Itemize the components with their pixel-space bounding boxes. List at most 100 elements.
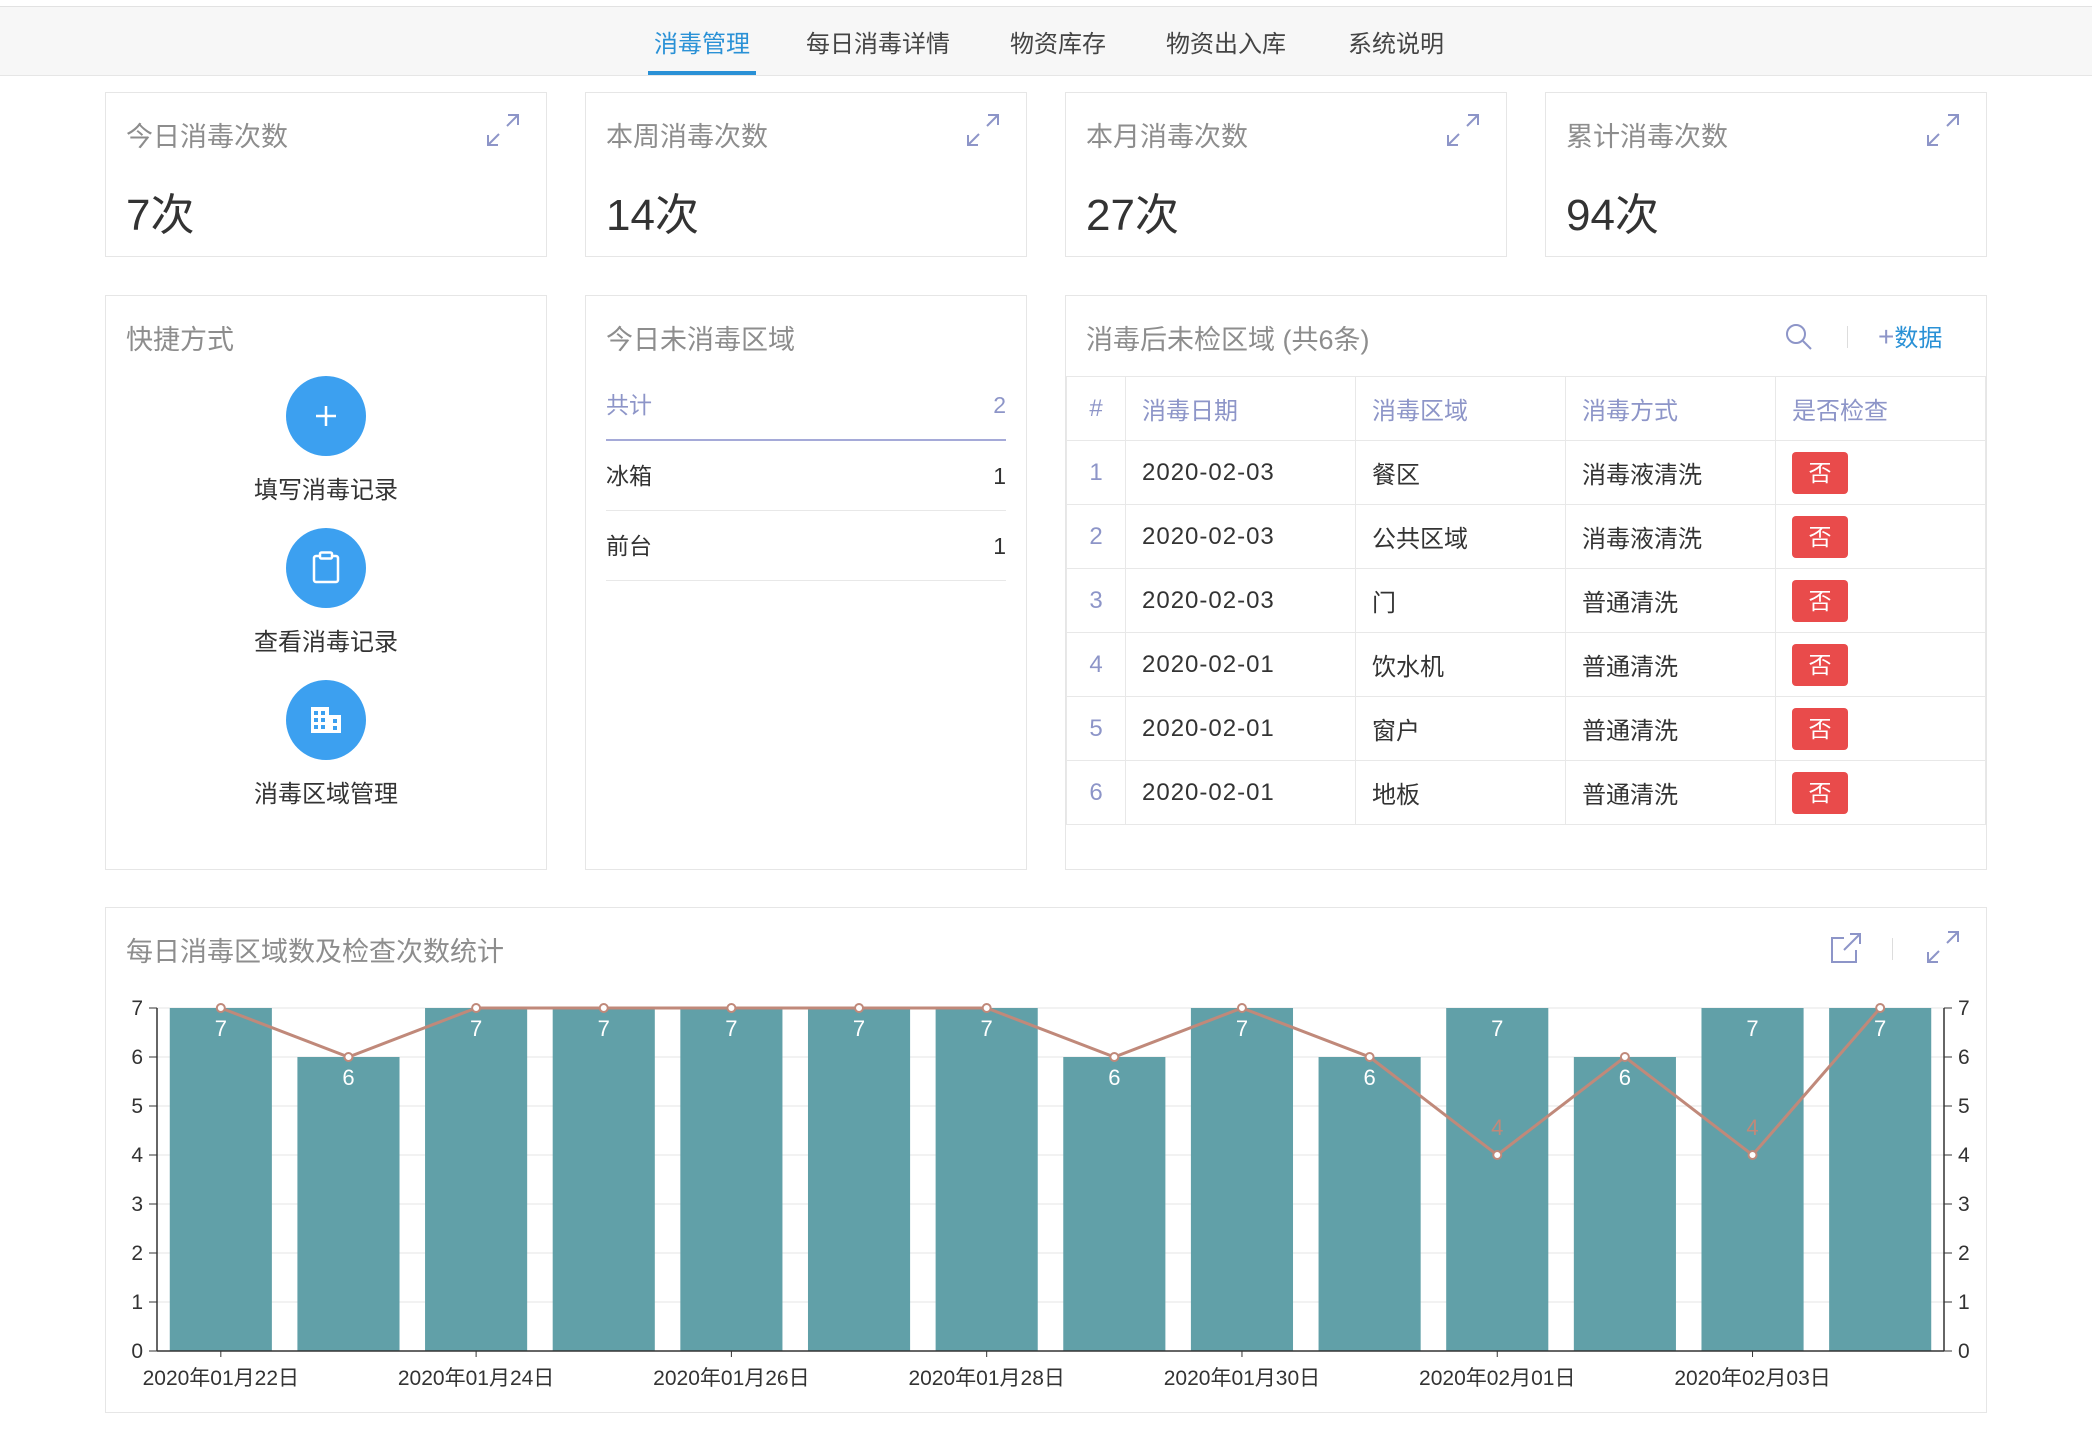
line-point bbox=[1364, 1052, 1375, 1062]
y-tick-label: 0 bbox=[131, 1340, 143, 1363]
status-badge[interactable]: 否 bbox=[1792, 771, 1848, 814]
building-icon[interactable] bbox=[286, 680, 366, 760]
bar bbox=[169, 1008, 272, 1351]
y-tick-label-right: 4 bbox=[1958, 1144, 1970, 1167]
tab-system-info[interactable]: 系统说明 bbox=[1342, 7, 1450, 75]
bar bbox=[297, 1057, 400, 1351]
expand-icon[interactable] bbox=[486, 113, 520, 147]
row-date: 2020-02-01 bbox=[1125, 632, 1356, 697]
search-icon[interactable] bbox=[1784, 322, 1814, 352]
row-area: 地板 bbox=[1355, 760, 1566, 825]
bar bbox=[1318, 1057, 1421, 1351]
table-row: 2 2020-02-03 公共区域 消毒液清洗 否 bbox=[1066, 504, 1986, 569]
row-checked: 否 bbox=[1775, 632, 1986, 697]
y-tick-label: 6 bbox=[131, 1046, 143, 1069]
line-point bbox=[1492, 1150, 1503, 1160]
y-tick-label-right: 0 bbox=[1958, 1340, 1970, 1363]
stat-card-month: 本月消毒次数 27次 bbox=[1065, 92, 1507, 257]
column-header: 消毒区域 bbox=[1355, 376, 1566, 441]
plus-icon[interactable] bbox=[286, 376, 366, 456]
stat-card-total: 累计消毒次数 94次 bbox=[1545, 92, 1987, 257]
status-badge[interactable]: 否 bbox=[1792, 515, 1848, 558]
unchecked-card: 消毒后未检区域 (共6条) +数据 # 消毒日期 消毒区域 消毒方式 是否检查 … bbox=[1065, 295, 1987, 870]
row-method: 普通清洗 bbox=[1565, 568, 1776, 633]
status-badge[interactable]: 否 bbox=[1792, 451, 1848, 494]
expand-icon[interactable] bbox=[1926, 113, 1960, 147]
expand-icon[interactable] bbox=[1446, 113, 1480, 147]
column-header: # bbox=[1066, 376, 1126, 441]
row-method: 消毒液清洗 bbox=[1565, 504, 1776, 569]
bar-data-label: 7 bbox=[853, 1016, 865, 1041]
list-item: 前台 1 bbox=[606, 512, 1006, 581]
chart-card: 每日消毒区域数及检查次数统计 0011223344556677767777767… bbox=[105, 907, 1987, 1413]
line-point bbox=[598, 1003, 609, 1013]
column-header: 是否检查 bbox=[1775, 376, 1986, 441]
x-tick-label: 2020年01月30日 bbox=[1164, 1367, 1320, 1390]
unchecked-table: # 消毒日期 消毒区域 消毒方式 是否检查 1 2020-02-03 餐区 消毒… bbox=[1066, 376, 1986, 825]
bar-data-label: 6 bbox=[1363, 1065, 1375, 1090]
stat-title: 本月消毒次数 bbox=[1086, 122, 1248, 152]
stat-value: 27次 bbox=[1086, 191, 1179, 240]
row-checked: 否 bbox=[1775, 504, 1986, 569]
line-point bbox=[471, 1003, 482, 1013]
row-area: 门 bbox=[1355, 568, 1566, 633]
shortcut-area-management[interactable]: 消毒区域管理 bbox=[106, 680, 546, 809]
status-badge[interactable]: 否 bbox=[1792, 643, 1848, 686]
bar bbox=[1829, 1008, 1932, 1351]
row-date: 2020-02-01 bbox=[1125, 760, 1356, 825]
area-name: 前台 bbox=[606, 533, 652, 559]
row-method: 普通清洗 bbox=[1565, 760, 1776, 825]
row-area: 餐区 bbox=[1355, 440, 1566, 505]
table-header-row: # 消毒日期 消毒区域 消毒方式 是否检查 bbox=[1066, 376, 1986, 441]
line-point bbox=[1236, 1003, 1247, 1013]
row-index: 1 bbox=[1066, 440, 1126, 505]
row-date: 2020-02-01 bbox=[1125, 696, 1356, 761]
area-count: 1 bbox=[993, 463, 1006, 489]
bar-data-label: 7 bbox=[1236, 1016, 1248, 1041]
bar bbox=[552, 1008, 655, 1351]
area-count: 1 bbox=[993, 533, 1006, 559]
x-tick-label: 2020年01月28日 bbox=[908, 1367, 1064, 1390]
x-tick-label: 2020年01月22日 bbox=[143, 1367, 299, 1390]
status-badge[interactable]: 否 bbox=[1792, 579, 1848, 622]
bar-data-label: 7 bbox=[1874, 1016, 1886, 1041]
status-badge[interactable]: 否 bbox=[1792, 707, 1848, 750]
list-item: 冰箱 1 bbox=[606, 442, 1006, 511]
row-checked: 否 bbox=[1775, 568, 1986, 633]
table-row: 6 2020-02-01 地板 普通清洗 否 bbox=[1066, 760, 1986, 825]
column-header: 消毒方式 bbox=[1565, 376, 1776, 441]
unchecked-title: 消毒后未检区域 (共6条) bbox=[1086, 325, 1370, 355]
row-date: 2020-02-03 bbox=[1125, 568, 1356, 633]
row-index: 2 bbox=[1066, 504, 1126, 569]
shortcuts-title: 快捷方式 bbox=[126, 325, 234, 355]
expand-icon[interactable] bbox=[966, 113, 1000, 147]
bar-data-label: 7 bbox=[1746, 1016, 1758, 1041]
combo-chart: 0 0 1 1 2 2 3 3 4 4 5 5 6 6 7 7 7 6 7 7 7 7 7 6 7 6 7 6 7 7 4 4 2020年01月… bbox=[131, 997, 1970, 1390]
row-checked: 否 bbox=[1775, 440, 1986, 505]
bar-data-label: 6 bbox=[1108, 1065, 1120, 1090]
area-name: 冰箱 bbox=[606, 463, 652, 489]
bar-data-label: 7 bbox=[725, 1016, 737, 1041]
row-date: 2020-02-03 bbox=[1125, 440, 1356, 505]
y-tick-label-right: 3 bbox=[1958, 1193, 1970, 1216]
bar-data-label: 6 bbox=[342, 1065, 354, 1090]
y-tick-label: 7 bbox=[131, 997, 143, 1020]
shortcut-view-records[interactable]: 查看消毒记录 bbox=[106, 528, 546, 657]
undisinfected-card: 今日未消毒区域 共计 2 冰箱 1 前台 1 bbox=[585, 295, 1027, 870]
bar-data-label: 7 bbox=[470, 1016, 482, 1041]
tab-inventory[interactable]: 物资库存 bbox=[1004, 7, 1112, 75]
bar bbox=[807, 1008, 911, 1351]
y-tick-label-right: 5 bbox=[1958, 1095, 1970, 1118]
stat-value: 14次 bbox=[606, 191, 699, 240]
bar-data-label: 7 bbox=[1491, 1016, 1503, 1041]
row-area: 饮水机 bbox=[1355, 632, 1566, 697]
tab-stock-in-out[interactable]: 物资出入库 bbox=[1160, 7, 1292, 75]
tab-disinfection-management[interactable]: 消毒管理 bbox=[648, 7, 756, 75]
shortcut-add-record[interactable]: 填写消毒记录 bbox=[106, 376, 546, 505]
row-method: 消毒液清洗 bbox=[1565, 440, 1776, 505]
clipboard-icon[interactable] bbox=[286, 528, 366, 608]
add-data-button[interactable]: +数据 bbox=[1878, 318, 1942, 353]
row-date: 2020-02-03 bbox=[1125, 504, 1356, 569]
tab-daily-details[interactable]: 每日消毒详情 bbox=[800, 7, 956, 75]
stat-title: 本周消毒次数 bbox=[606, 122, 768, 152]
